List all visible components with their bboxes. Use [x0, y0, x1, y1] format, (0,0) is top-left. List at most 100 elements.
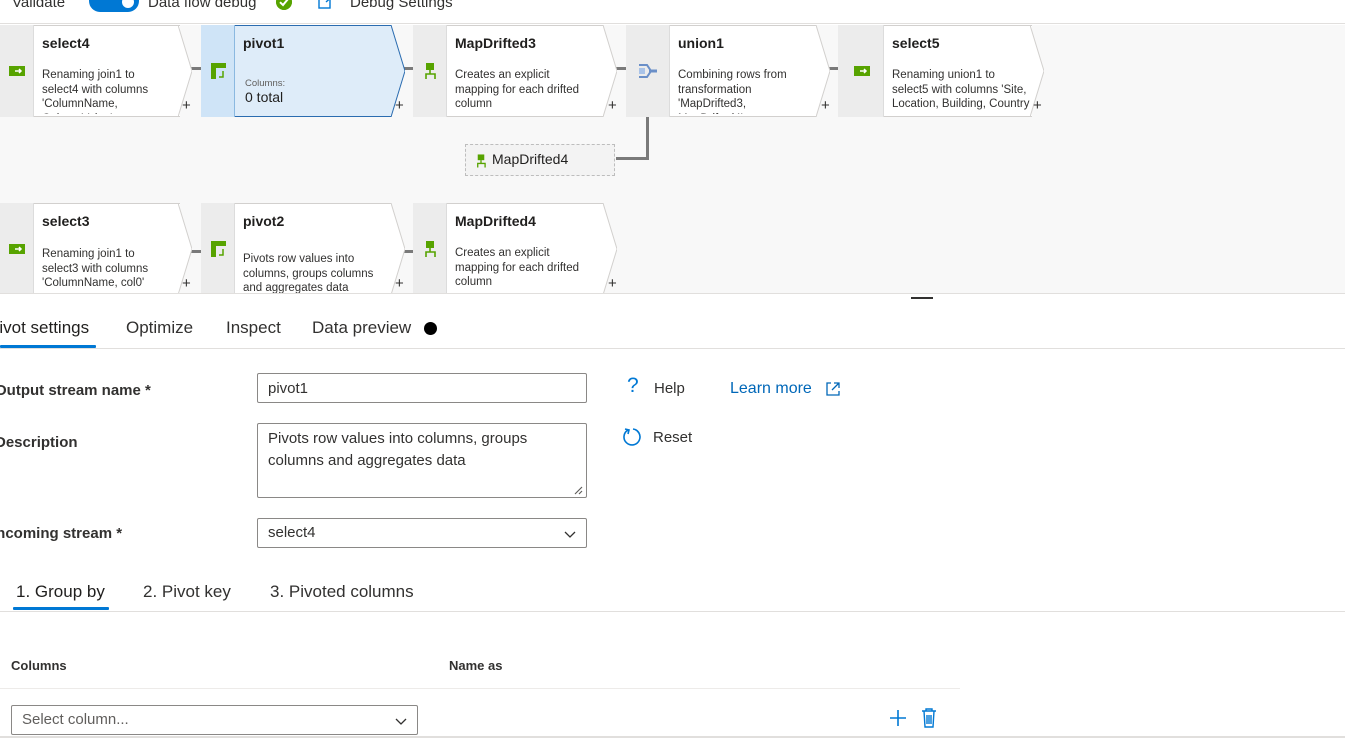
add-transform-button[interactable]: + — [608, 275, 617, 292]
delete-icon[interactable] — [919, 707, 939, 729]
node-description: Renaming union1 to select5 with columns … — [892, 69, 1032, 110]
splitter-handle[interactable] — [911, 297, 933, 299]
pivot-transform-icon — [211, 63, 226, 79]
node-title: union1 — [678, 35, 724, 51]
add-transform-button[interactable]: + — [1033, 97, 1042, 114]
select-transform-icon — [854, 66, 870, 76]
derived-column-icon — [425, 241, 436, 257]
node-pivot2[interactable]: pivot2 Pivots row values into columns, g… — [201, 203, 411, 293]
node-mapdrifted3[interactable]: MapDrifted3 Creates an explicit mapping … — [413, 25, 623, 117]
reset-icon[interactable] — [622, 426, 644, 448]
node-title: MapDrifted4 — [455, 213, 536, 229]
incoming-stream-label: Incoming stream * — [0, 525, 123, 542]
node-icon-tile — [413, 203, 447, 293]
node-icon-tile — [201, 25, 235, 117]
debug-status-check-icon — [276, 0, 292, 10]
description-label: Description — [0, 434, 78, 451]
node-title: select3 — [42, 213, 90, 229]
data-flow-canvas[interactable]: select4 Renaming join1 to select4 with c… — [0, 25, 1345, 293]
tab-optimize[interactable]: Optimize — [126, 318, 193, 338]
settings-tab-bar: Pivot settings Optimize Inspect Data pre… — [0, 300, 1345, 349]
node-title: MapDrifted3 — [455, 35, 536, 51]
debug-settings-icon[interactable] — [318, 0, 336, 10]
reference-node-mapdrifted4[interactable]: MapDrifted4 — [465, 144, 615, 176]
node-pivot1[interactable]: pivot1 Columns: 0 total + — [201, 25, 411, 117]
group-by-column-select[interactable]: Select column... — [11, 705, 418, 735]
select-transform-icon — [9, 66, 25, 76]
derived-column-icon — [477, 154, 486, 168]
tab-group-by[interactable]: 1. Group by — [16, 582, 105, 602]
node-mapdrifted4[interactable]: MapDrifted4 Creates an explicit mapping … — [413, 203, 623, 293]
add-transform-button[interactable]: + — [182, 97, 191, 114]
help-button[interactable]: Help — [654, 380, 685, 397]
node-description: Renaming join1 to select3 with columns '… — [42, 248, 149, 289]
union-transform-icon — [639, 64, 657, 78]
columns-count: 0 total — [245, 89, 284, 105]
node-icon-tile — [626, 25, 670, 117]
help-icon[interactable]: ? — [627, 374, 639, 398]
node-description: Pivots row values into columns, groups c… — [243, 253, 374, 293]
add-transform-button[interactable]: + — [182, 275, 191, 292]
unsaved-indicator-dot — [424, 322, 437, 335]
node-select4[interactable]: select4 Renaming join1 to select4 with c… — [0, 25, 200, 117]
toggle-knob — [122, 0, 134, 8]
add-transform-button[interactable]: + — [608, 97, 617, 114]
node-icon-tile — [0, 25, 34, 117]
chevron-down-icon — [564, 531, 576, 538]
learn-more-link[interactable]: Learn more — [730, 380, 812, 398]
node-description: Creates an explicit mapping for each dri… — [455, 247, 580, 288]
panel-splitter[interactable] — [0, 293, 1345, 299]
add-transform-button[interactable]: + — [395, 275, 404, 292]
active-tab-indicator — [13, 607, 109, 610]
reset-button[interactable]: Reset — [653, 429, 692, 446]
output-stream-name-label: Output stream name * — [0, 382, 151, 399]
node-title: pivot1 — [243, 35, 285, 51]
tab-pivoted-columns[interactable]: 3. Pivoted columns — [270, 582, 414, 602]
add-row-icon[interactable] — [888, 708, 908, 728]
validate-button[interactable]: Validate — [12, 0, 65, 11]
pivot-steps-tab-bar: 1. Group by 2. Pivot key 3. Pivoted colu… — [0, 570, 1345, 612]
connector — [616, 157, 649, 160]
columns-header: Columns — [11, 658, 67, 673]
name-as-header: Name as — [449, 658, 503, 673]
chevron-down-icon — [395, 718, 407, 725]
node-icon-tile — [201, 203, 235, 293]
select-column-placeholder: Select column... — [22, 711, 129, 728]
output-stream-name-input[interactable] — [257, 373, 587, 403]
node-description: Renaming join1 to select4 with columns '… — [42, 69, 149, 114]
toolbar: Validate Data flow debug Debug Settings — [0, 0, 1345, 24]
node-icon-tile — [413, 25, 447, 117]
resize-grip-icon[interactable] — [573, 485, 583, 495]
node-description: Creates an explicit mapping for each dri… — [455, 69, 580, 110]
node-union1[interactable]: union1 Combining rows from transformatio… — [626, 25, 836, 117]
node-description: Combining rows from transformation 'MapD… — [678, 69, 787, 114]
node-title: pivot2 — [243, 213, 285, 229]
node-select3[interactable]: select3 Renaming join1 to select3 with c… — [0, 203, 200, 293]
incoming-stream-value: select4 — [268, 524, 316, 541]
tab-pivot-settings[interactable]: Pivot settings — [0, 318, 89, 338]
active-tab-indicator — [0, 345, 96, 348]
connector — [646, 117, 649, 160]
tab-inspect[interactable]: Inspect — [226, 318, 281, 338]
tab-data-preview[interactable]: Data preview — [312, 318, 411, 338]
add-transform-button[interactable]: + — [821, 97, 830, 114]
tab-pivot-key[interactable]: 2. Pivot key — [143, 582, 231, 602]
node-title: select5 — [892, 35, 940, 51]
derived-column-icon — [425, 63, 436, 79]
data-flow-debug-toggle[interactable] — [89, 0, 139, 12]
add-transform-button[interactable]: + — [395, 97, 404, 114]
node-select5[interactable]: select5 Renaming union1 to select5 with … — [838, 25, 1053, 117]
node-title: select4 — [42, 35, 90, 51]
external-link-icon[interactable] — [825, 381, 841, 397]
node-icon-tile — [0, 203, 34, 293]
reference-node-label: MapDrifted4 — [492, 151, 569, 167]
grid-divider — [0, 688, 960, 689]
select-transform-icon — [9, 244, 25, 254]
incoming-stream-select[interactable]: select4 — [257, 518, 587, 548]
debug-settings-button[interactable]: Debug Settings — [350, 0, 453, 11]
node-icon-tile — [838, 25, 884, 117]
columns-label: Columns: — [245, 78, 286, 89]
description-textarea[interactable]: Pivots row values into columns, groups c… — [257, 423, 587, 498]
pivot-transform-icon — [211, 241, 226, 257]
data-flow-debug-label: Data flow debug — [148, 0, 257, 11]
